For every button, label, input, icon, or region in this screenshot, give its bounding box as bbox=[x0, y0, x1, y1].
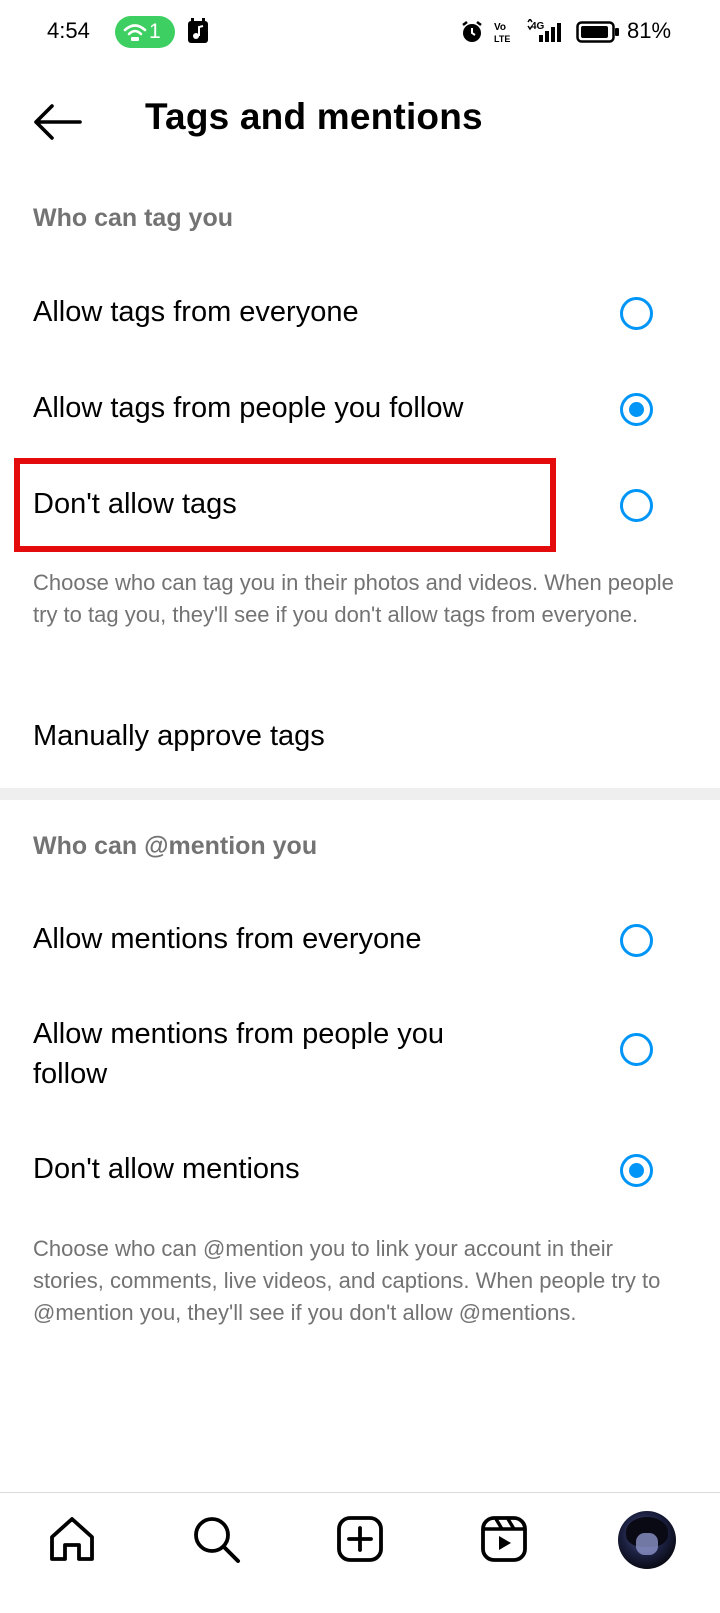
mentions-section-heading: Who can @mention you bbox=[33, 832, 318, 860]
battery-percentage: 81% bbox=[627, 18, 672, 43]
radio-selected-dot bbox=[629, 1163, 644, 1178]
arrow-left-icon bbox=[34, 104, 82, 140]
back-button[interactable] bbox=[30, 100, 84, 144]
tags-section-heading: Who can tag you bbox=[33, 204, 233, 232]
radio-unselected[interactable] bbox=[620, 1033, 653, 1066]
svg-text:Vo: Vo bbox=[494, 22, 506, 33]
manually-approve-tags-label: Manually approve tags bbox=[33, 720, 325, 752]
page-title: Tags and mentions bbox=[145, 96, 483, 137]
option-label: Don't allow mentions bbox=[33, 1153, 300, 1185]
svg-text:LTE: LTE bbox=[494, 34, 510, 44]
wifi-hotspot-icon bbox=[123, 24, 147, 41]
tags-description: Choose who can tag you in their photos a… bbox=[33, 570, 674, 627]
status-bar: 4:54 1 Vo LTE 4G 81% bbox=[0, 0, 720, 66]
radio-selected[interactable] bbox=[620, 393, 653, 426]
nav-create-button[interactable] bbox=[332, 1511, 388, 1567]
option-allow-mentions-following[interactable]: Allow mentions from people you follow bbox=[0, 1010, 720, 1120]
status-time: 4:54 bbox=[47, 18, 90, 43]
option-label: Allow mentions from everyone bbox=[33, 923, 422, 955]
volte-icon: Vo LTE bbox=[494, 22, 510, 44]
nav-search-button[interactable] bbox=[188, 1511, 244, 1567]
battery-icon bbox=[576, 21, 619, 43]
option-label: Allow tags from everyone bbox=[33, 296, 359, 328]
manually-approve-tags-row[interactable]: Manually approve tags bbox=[0, 696, 720, 784]
svg-text:4G: 4G bbox=[531, 21, 545, 32]
radio-selected[interactable] bbox=[620, 1154, 653, 1187]
option-allow-mentions-everyone[interactable]: Allow mentions from everyone bbox=[0, 895, 720, 983]
option-allow-tags-everyone[interactable]: Allow tags from everyone bbox=[0, 268, 720, 356]
alarm-icon bbox=[462, 21, 482, 42]
radio-unselected[interactable] bbox=[620, 297, 653, 330]
4g-signal-icon: 4G bbox=[527, 19, 561, 42]
option-label: Allow mentions from people you follow bbox=[33, 1018, 445, 1090]
nav-reels-button[interactable] bbox=[476, 1511, 532, 1567]
hotspot-pill: 1 bbox=[115, 16, 175, 48]
option-dont-allow-mentions[interactable]: Don't allow mentions bbox=[0, 1125, 720, 1213]
profile-avatar[interactable] bbox=[618, 1511, 676, 1569]
radio-unselected[interactable] bbox=[620, 924, 653, 957]
radio-unselected[interactable] bbox=[620, 489, 653, 522]
nav-home-button[interactable] bbox=[44, 1511, 100, 1567]
option-allow-tags-following[interactable]: Allow tags from people you follow bbox=[0, 364, 720, 452]
home-icon bbox=[50, 1517, 94, 1561]
search-icon bbox=[194, 1517, 240, 1563]
reels-icon bbox=[481, 1516, 527, 1562]
create-post-icon bbox=[337, 1516, 383, 1562]
hotspot-count: 1 bbox=[149, 20, 161, 43]
option-label: Allow tags from people you follow bbox=[33, 392, 464, 424]
bottom-navigation-bar bbox=[0, 1492, 720, 1613]
radio-selected-dot bbox=[629, 402, 644, 417]
avatar-face bbox=[636, 1533, 658, 1555]
section-divider bbox=[0, 788, 720, 800]
mentions-description: Choose who can @mention you to link your… bbox=[33, 1236, 661, 1325]
highlight-annotation-box bbox=[14, 458, 556, 552]
music-icon bbox=[188, 18, 208, 43]
